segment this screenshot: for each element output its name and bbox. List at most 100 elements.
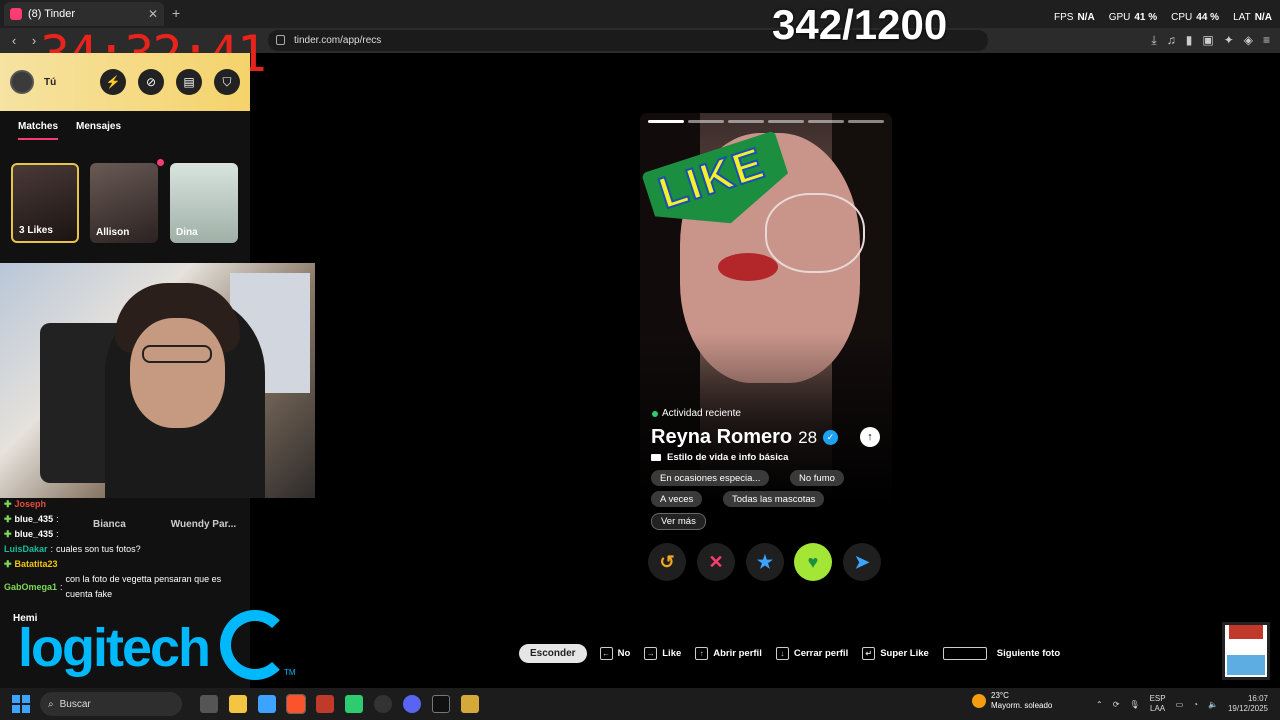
shortcut-label: No [617,648,631,659]
sidebar-header: Tú ⚡ ⊘ ▤ ⛉ [0,53,250,111]
open-profile-icon[interactable]: ↑ [860,427,880,447]
taskbar-search[interactable]: ⌕ Buscar [40,692,182,716]
app-icon[interactable] [461,695,479,713]
match-card[interactable]: Dina [170,163,238,243]
fps-value: N/A [1077,12,1095,23]
nope-button[interactable]: ✕ [697,543,735,581]
cpu-label: CPU [1171,12,1193,23]
vpn-icon[interactable]: ◈ [1244,33,1253,48]
super-like-button[interactable]: ★ [746,543,784,581]
shortcut-label: Siguiente foto [996,648,1061,659]
avatar[interactable] [10,70,34,94]
match-name: Dina [176,227,198,238]
stream-counter: 342/1200 [772,1,948,48]
ai-icon[interactable]: ✦ [1224,33,1234,48]
profile-label[interactable]: Tú [44,77,56,88]
tag-icon [651,454,661,461]
chip-workout: A veces [651,491,703,507]
online-dot-icon [652,410,658,417]
new-tab-button[interactable]: + [172,5,180,21]
windows-start-icon[interactable] [12,695,30,713]
discord-icon[interactable] [403,695,421,713]
taskbar: ⌕ Buscar 23°C Mayorm. soleado ⌃ ⟳ 🎙 ESP LA… [0,688,1280,720]
down-key-icon: ↓ [775,647,789,660]
pixel-mascot-icon [1222,622,1270,680]
right-key-icon: → [644,647,658,660]
chat-user: blue_435 [14,529,54,539]
up-key-icon: ↑ [695,647,709,660]
chevron-up-icon[interactable]: ⌃ [1096,700,1103,709]
chat-message: cuales son tus fotos? [56,544,141,554]
language-indicator[interactable]: ESP LAA [1150,694,1166,714]
photo-indicator[interactable] [728,120,764,123]
photo-indicator[interactable] [688,120,724,123]
back-icon[interactable]: ‹ [4,33,24,48]
store-icon[interactable] [258,695,276,713]
menu-icon[interactable]: ≡ [1263,33,1270,48]
sun-icon [972,694,986,708]
webcam-feed [0,263,315,498]
shortcut-label: Super Like [880,648,929,659]
photo-indicator[interactable] [808,120,844,123]
chat-line: GabOmega1: con la foto de vegetta pensara… [0,572,250,602]
app-icon[interactable] [316,695,334,713]
chat-user: Batatita23 [14,559,58,569]
tab-matches[interactable]: Matches [18,121,59,140]
sidebar-tabs: Matches Mensajes [18,121,121,140]
site-info-icon[interactable] [276,35,285,45]
lang-layout: LAA [1150,704,1166,713]
rewind-button[interactable]: ↺ [648,543,686,581]
weather-widget[interactable]: 23°C Mayorm. soleado [972,691,1052,711]
media-icon[interactable]: ♫ [1167,33,1176,48]
mic-icon[interactable]: 🎙 [1129,700,1139,709]
file-explorer-icon[interactable] [229,695,247,713]
chat-user: GabOmega1 [4,581,58,592]
photo-indicator[interactable] [648,120,684,123]
close-tab-icon[interactable]: ✕ [148,7,158,21]
brave-browser-icon[interactable] [286,694,306,714]
profile-name-line: Reyna Romero 28 ✓ [651,426,839,449]
wifi-icon[interactable]: ◔ [1193,700,1198,709]
hide-button[interactable]: Esconder [519,644,587,663]
recent-activity-text: Actividad reciente [662,408,741,419]
photo-indicator[interactable] [768,120,804,123]
browser-toolbar: ⤓ ♫ ▮ ▣ ✦ ◈ ≡ [1151,33,1270,48]
stream-chat: ✚ Joseph ✚ blue_435: ✚ blue_435: LuisDakar:… [0,497,250,602]
chip-smoking: No fumo [790,470,844,486]
notes-icon[interactable] [345,695,363,713]
download-icon[interactable]: ⤓ [1151,33,1156,48]
obs-icon[interactable] [374,695,392,713]
volume-icon[interactable]: 🔈 [1208,700,1218,709]
see-more-button[interactable]: Ver más [651,513,706,530]
photo-progress [648,120,884,123]
chat-line: ✚ Joseph [0,497,250,512]
like-button[interactable]: ♥ [794,543,832,581]
boost-icon[interactable]: ⚡ [100,69,126,95]
browser-tab[interactable]: (8) Tinder ✕ [4,2,164,26]
boost-button[interactable]: ➤ [843,543,881,581]
tab-messages[interactable]: Mensajes [76,121,121,140]
match-card[interactable]: Allison [90,163,158,243]
task-view-icon[interactable] [200,695,218,713]
likes-card[interactable]: 3 Likes [11,163,79,243]
clock-time: 16:07 [1247,694,1268,703]
gpu-value: 41 % [1134,12,1158,23]
perf-stats: FPS N/A GPU 41 % CPU 44 % LAT N/A [1054,12,1272,23]
monitor-icon[interactable]: ▭ [1176,700,1184,709]
photo-indicator[interactable] [848,120,884,123]
capcut-icon[interactable] [432,695,450,713]
explore-icon[interactable]: ⊘ [138,69,164,95]
gpu-label: GPU [1108,12,1131,23]
match-name: Allison [96,227,130,238]
briefcase-icon[interactable]: ▤ [176,69,202,95]
sync-icon[interactable]: ⟳ [1113,700,1120,709]
clock[interactable]: 16:07 19/12/2025 [1228,694,1268,714]
verified-icon: ✓ [823,430,839,445]
url-text: tinder.com/app/recs [294,35,382,46]
shield-icon[interactable]: ⛉ [214,69,240,95]
recent-activity: Actividad reciente [652,408,741,419]
sidebar-icon[interactable]: ▮ [1186,33,1193,48]
shortcut-bar: Esconder ← No → Like ↑ Abrir perfil ↓ Cerrar… [519,644,1074,663]
system-tray: ⌃ ⟳ 🎙 ESP LAA ▭ ◔ 🔈 16:07 19/12/2025 [1096,688,1268,720]
wallet-icon[interactable]: ▣ [1202,33,1213,48]
